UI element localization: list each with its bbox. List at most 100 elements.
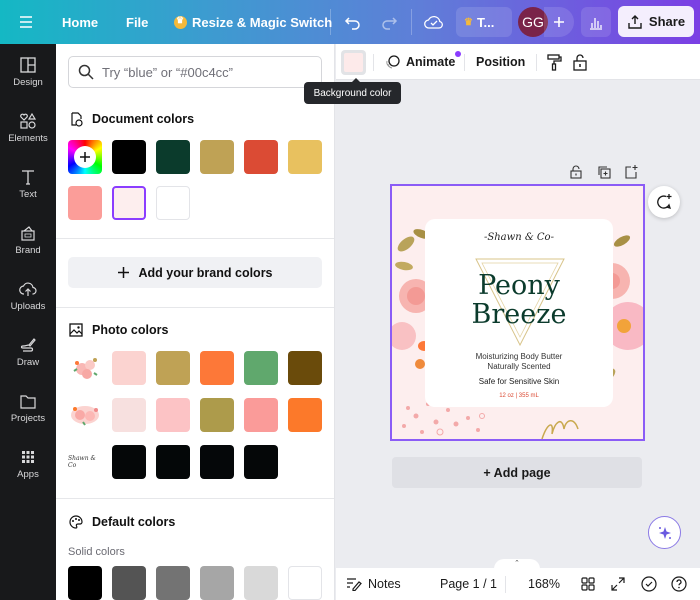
- palette-icon: [69, 515, 83, 529]
- photo-color-swatch[interactable]: [156, 445, 190, 479]
- check-circle-icon: [641, 576, 657, 592]
- team-button[interactable]: ♛ T...: [456, 7, 512, 37]
- photo-color-swatch[interactable]: [200, 445, 234, 479]
- add-page-icon: [625, 165, 638, 179]
- add-page-icon-button[interactable]: [624, 165, 638, 184]
- design-page[interactable]: -Shawn & Co- Peony Breeze Moisturizing B…: [390, 184, 645, 441]
- rail-item-projects[interactable]: Projects: [0, 392, 56, 424]
- add-color-button[interactable]: [68, 140, 102, 174]
- add-comment-button[interactable]: [648, 186, 680, 218]
- rail-item-draw[interactable]: Draw: [0, 336, 56, 368]
- insights-button[interactable]: [581, 7, 611, 37]
- save-status-button[interactable]: [424, 0, 444, 44]
- photo-color-swatch[interactable]: [200, 351, 234, 385]
- check-button[interactable]: [641, 568, 657, 600]
- fullscreen-button[interactable]: [611, 568, 625, 600]
- product-description[interactable]: Moisturizing Body Butter Naturally Scent…: [425, 352, 613, 372]
- product-title[interactable]: Peony Breeze: [425, 271, 613, 329]
- add-collaborator-button[interactable]: [544, 7, 574, 37]
- photo-color-swatch[interactable]: [244, 445, 278, 479]
- document-color-swatch[interactable]: [156, 140, 190, 174]
- comment-plus-icon: [657, 194, 672, 209]
- expand-icon: [611, 577, 625, 591]
- rail-item-apps[interactable]: Apps: [0, 448, 56, 480]
- photo-color-swatch[interactable]: [156, 398, 190, 432]
- signature-logo-thumbnail[interactable]: Shawn & Co: [68, 445, 102, 479]
- rail-item-design[interactable]: Design: [0, 56, 56, 88]
- crown-icon: ♛: [464, 16, 473, 28]
- default-color-swatch[interactable]: [200, 566, 234, 600]
- floral-thumbnail[interactable]: [68, 398, 102, 432]
- text-icon: [22, 170, 34, 185]
- resize-magic-switch-button[interactable]: Resize & Magic Switch: [174, 0, 332, 44]
- photo-color-swatch[interactable]: [244, 351, 278, 385]
- divider: [411, 9, 412, 35]
- zoom-level[interactable]: 168%: [528, 568, 560, 600]
- animate-button[interactable]: Animate: [384, 44, 462, 80]
- add-page-button[interactable]: + Add page: [392, 457, 642, 488]
- color-search[interactable]: [68, 56, 322, 88]
- document-color-swatch[interactable]: [156, 186, 190, 220]
- divider: [330, 9, 331, 35]
- rail-item-brand[interactable]: Brand: [0, 224, 56, 256]
- default-color-swatch[interactable]: [244, 566, 278, 600]
- duplicate-page-button[interactable]: [597, 165, 611, 184]
- rail-item-uploads[interactable]: Uploads: [0, 280, 56, 312]
- grid-view-button[interactable]: [581, 568, 595, 600]
- rail-label: Brand: [15, 245, 41, 256]
- lock-page-button[interactable]: [569, 165, 583, 184]
- photo-color-swatch[interactable]: [112, 351, 146, 385]
- floral-thumbnail[interactable]: [68, 351, 102, 385]
- menu-button[interactable]: [18, 0, 34, 44]
- product-size[interactable]: 12 oz | 355 mL: [425, 393, 613, 399]
- photo-colors-heading: Photo colors: [68, 322, 168, 338]
- default-color-swatch[interactable]: [156, 566, 190, 600]
- default-color-swatch[interactable]: [112, 566, 146, 600]
- help-button[interactable]: [671, 568, 687, 600]
- document-color-swatch[interactable]: [244, 140, 278, 174]
- document-color-swatch[interactable]: [200, 140, 234, 174]
- animate-icon: [386, 55, 400, 69]
- photo-color-swatch[interactable]: [288, 398, 322, 432]
- home-button[interactable]: Home: [62, 0, 98, 44]
- share-button[interactable]: Share: [618, 6, 694, 37]
- color-search-input[interactable]: [102, 64, 312, 80]
- photo-color-swatch[interactable]: [112, 398, 146, 432]
- folder-icon: [20, 395, 36, 409]
- document-color-swatch[interactable]: [68, 186, 102, 220]
- add-brand-colors-button[interactable]: Add your brand colors: [68, 257, 322, 288]
- document-color-swatch[interactable]: [288, 140, 322, 174]
- photo-colors-title: Photo colors: [92, 323, 169, 337]
- page-indicator[interactable]: Page 1 / 1: [440, 568, 497, 600]
- background-color-preview: [344, 53, 363, 72]
- description-line-2: Naturally Scented: [487, 362, 551, 371]
- file-menu[interactable]: File: [126, 0, 148, 44]
- document-color-swatch[interactable]: [112, 140, 146, 174]
- background-color-button[interactable]: [341, 50, 366, 75]
- notes-button[interactable]: Notes: [346, 568, 401, 600]
- photo-color-swatch[interactable]: [288, 351, 322, 385]
- search-icon: [78, 64, 94, 80]
- photo-color-swatch[interactable]: [156, 351, 190, 385]
- photo-color-swatch[interactable]: [244, 398, 278, 432]
- plus-icon: [74, 146, 96, 168]
- default-color-swatch[interactable]: [68, 566, 102, 600]
- rail-item-text[interactable]: Text: [0, 168, 56, 200]
- photo-color-swatch[interactable]: [200, 398, 234, 432]
- default-colors-heading: Default colors: [68, 514, 175, 530]
- undo-button[interactable]: [344, 0, 362, 44]
- plus-icon: [118, 267, 130, 278]
- redo-button[interactable]: [380, 0, 398, 44]
- divider: [505, 576, 506, 593]
- magic-assistant-button[interactable]: [648, 516, 681, 549]
- lock-button[interactable]: [572, 44, 588, 80]
- photo-color-swatch[interactable]: [112, 445, 146, 479]
- draw-icon: [20, 338, 36, 352]
- default-color-swatch[interactable]: [288, 566, 322, 600]
- position-button[interactable]: Position: [476, 44, 525, 80]
- sensitive-skin-text[interactable]: Safe for Sensitive Skin: [425, 377, 613, 386]
- brand-signature[interactable]: -Shawn & Co-: [425, 232, 613, 243]
- rail-item-elements[interactable]: Elements: [0, 112, 56, 144]
- document-color-swatch[interactable]: [112, 186, 146, 220]
- copy-style-button[interactable]: [546, 44, 562, 80]
